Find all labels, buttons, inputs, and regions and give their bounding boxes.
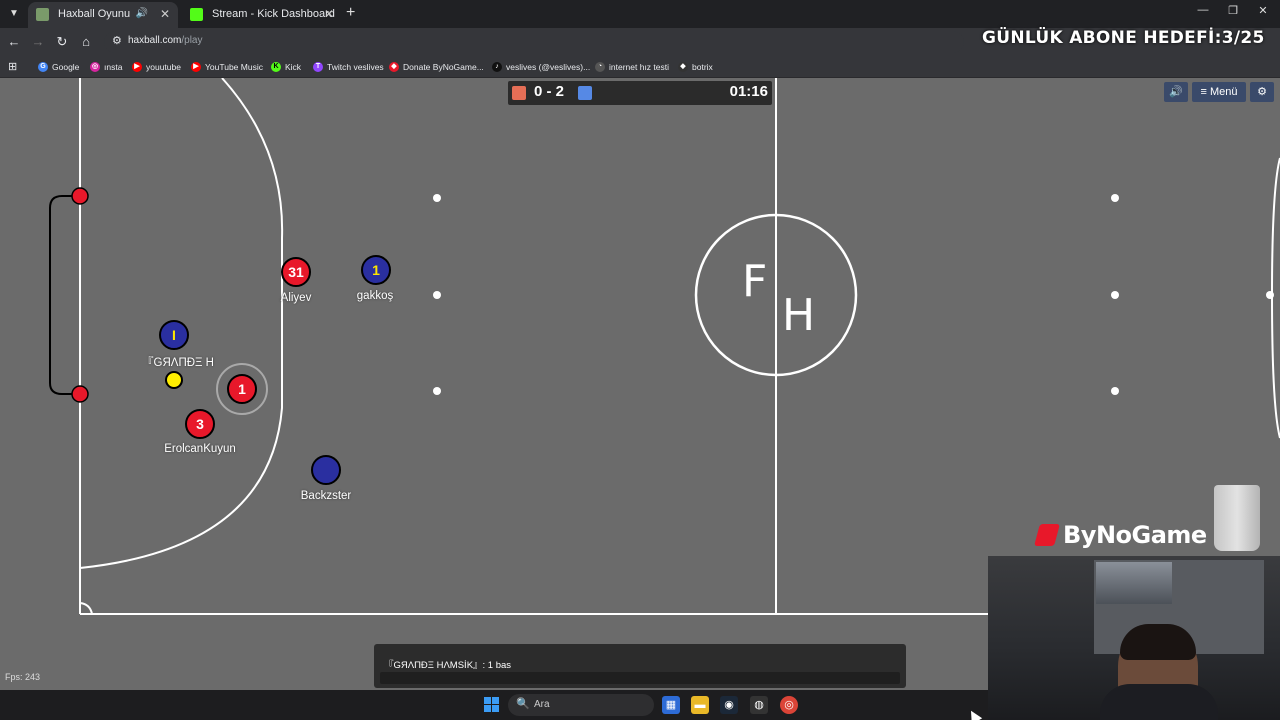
windows-start-icon[interactable] xyxy=(484,697,500,713)
tab-search-icon[interactable]: ▼ xyxy=(4,4,24,24)
player-disc: I xyxy=(159,320,189,350)
tab-title: Haxball Oyunu xyxy=(58,8,131,20)
back-icon[interactable]: ← xyxy=(4,32,24,52)
obs-app-icon[interactable]: ◍ xyxy=(750,696,768,714)
player-disc xyxy=(311,455,341,485)
file-explorer-icon[interactable]: ▬ xyxy=(691,696,709,714)
bookmark-kick[interactable]: K Kick xyxy=(271,60,301,74)
bookmark-donate[interactable]: ◆ Donate ByNoGame... xyxy=(389,60,484,74)
instagram-icon: ◎ xyxy=(90,62,100,72)
tab-audio-icon[interactable]: 🔊 xyxy=(136,2,148,26)
chrome-icon[interactable]: ◎ xyxy=(780,696,798,714)
home-icon[interactable]: ⌂ xyxy=(76,32,96,52)
tab-close-icon[interactable]: ✕ xyxy=(324,2,334,26)
webcam-overlay xyxy=(988,556,1280,720)
bynogame-logo-icon xyxy=(1034,524,1060,546)
speedtest-icon: ◔ xyxy=(595,62,605,72)
bookmark-twitch[interactable]: T Twitch veslives xyxy=(313,60,384,74)
menu-button[interactable]: ≡ Menü xyxy=(1192,82,1246,102)
chat-message: 『GЯΛПÐΞ HΛMSİK』: 1 bas xyxy=(384,660,512,671)
webcam-streamer-hair xyxy=(1120,624,1196,660)
ball xyxy=(165,371,183,389)
red-team-icon xyxy=(512,86,526,100)
player-name: Aliyev xyxy=(280,292,312,304)
maximize-icon[interactable]: ❐ xyxy=(1218,4,1248,17)
search-placeholder: Ara xyxy=(534,699,550,710)
player-disc: 31 xyxy=(281,257,311,287)
chat-input[interactable] xyxy=(380,672,900,684)
bookmark-botrix[interactable]: ◆ botrix xyxy=(678,60,713,74)
tab-close-icon[interactable]: ✕ xyxy=(160,2,170,26)
fps-counter: Fps: 243 xyxy=(5,672,41,682)
bookmark-google[interactable]: G Google xyxy=(38,60,79,74)
browser-tab-strip: ▼ Haxball Oyunu 🔊 ✕ Stream - Kick Dashbo… xyxy=(0,0,1280,28)
new-tab-button[interactable]: + xyxy=(346,4,355,22)
sponsor-brand: ByNoGame xyxy=(1034,521,1207,549)
subscriber-goal-overlay: GÜNLÜK ABONE HEDEFİ:3/25 xyxy=(982,28,1265,48)
forward-icon[interactable]: → xyxy=(28,32,48,52)
player-disc: 3 xyxy=(185,409,215,439)
webcam-streamer-shirt xyxy=(1100,684,1218,720)
reload-icon[interactable]: ↻ xyxy=(52,32,72,52)
windows-taskbar: 🔍 Ara ▦ ▬ ◉ ◍ ◎ xyxy=(0,690,988,720)
google-icon: G xyxy=(38,62,48,72)
youtube-icon: ▶ xyxy=(132,62,142,72)
close-window-icon[interactable]: ✕ xyxy=(1248,4,1278,17)
tiktok-icon: ♪ xyxy=(492,62,502,72)
tab-haxball[interactable]: Haxball Oyunu 🔊 ✕ xyxy=(28,2,178,28)
photos-app-icon[interactable]: ▦ xyxy=(662,696,680,714)
blue-team-icon xyxy=(578,86,592,100)
tab-kick-dashboard[interactable]: Stream - Kick Dashboard ✕ xyxy=(182,2,342,28)
kick-icon: K xyxy=(271,62,281,72)
scoreboard: 0 - 2 01:16 xyxy=(508,81,772,105)
apps-grid-icon[interactable]: ⊞ xyxy=(8,60,17,73)
settings-gear-icon[interactable]: ⚙ xyxy=(1250,82,1274,102)
steam-icon[interactable]: ◉ xyxy=(720,696,738,714)
screen: ▼ Haxball Oyunu 🔊 ✕ Stream - Kick Dashbo… xyxy=(0,0,1280,720)
haxball-favicon-icon xyxy=(36,8,49,21)
sound-toggle-icon[interactable]: 🔊 xyxy=(1164,82,1188,102)
botrix-icon: ◆ xyxy=(678,62,688,72)
cup-image xyxy=(1214,485,1260,551)
minimize-icon[interactable]: — xyxy=(1188,4,1218,16)
bookmark-speedtest[interactable]: ◔ internet hız testi xyxy=(595,60,669,74)
address-bar[interactable]: ⚙ haxball.com/play xyxy=(104,31,964,53)
player-disc: 1 xyxy=(227,374,257,404)
bynogame-icon: ◆ xyxy=(389,62,399,72)
game-top-buttons: 🔊 ≡ Menü ⚙ xyxy=(1164,82,1274,102)
center-logo-h: H xyxy=(782,290,816,341)
player-disc: 1 xyxy=(361,255,391,285)
youtube-music-icon: ▶ xyxy=(191,62,201,72)
tab-title: Stream - Kick Dashboard xyxy=(212,8,335,20)
player-name: Backzster xyxy=(300,490,352,502)
search-icon: 🔍 xyxy=(516,698,530,710)
player-name: gakkoş xyxy=(356,290,394,302)
center-logo-f: F xyxy=(742,256,768,307)
site-info-icon[interactable]: ⚙ xyxy=(112,34,122,47)
kick-favicon-icon xyxy=(190,8,203,21)
taskbar-search[interactable]: 🔍 Ara xyxy=(508,694,654,716)
chat-box: 『GЯΛПÐΞ HΛMSİK』: 1 bas xyxy=(374,644,906,688)
twitch-icon: T xyxy=(313,62,323,72)
bookmark-youtube[interactable]: ▶ youutube xyxy=(132,60,181,74)
score-text: 0 - 2 xyxy=(534,83,565,100)
player-name: 『GЯΛПÐΞ H xyxy=(142,357,214,369)
bookmark-youtube-music[interactable]: ▶ YouTube Music xyxy=(191,60,263,74)
bookmark-tiktok[interactable]: ♪ veslives (@veslives)... xyxy=(492,60,590,74)
url-text: haxball.com/play xyxy=(128,35,203,46)
webcam-painting xyxy=(1096,562,1172,604)
bookmark-insta[interactable]: ◎ ınsta xyxy=(90,60,122,74)
bookmarks-bar: ⊞ G Google ◎ ınsta ▶ youutube ▶ YouTube Musi… xyxy=(0,56,1280,78)
player-name: ErolcanKuyun xyxy=(164,443,236,455)
match-timer: 01:16 xyxy=(729,83,768,100)
